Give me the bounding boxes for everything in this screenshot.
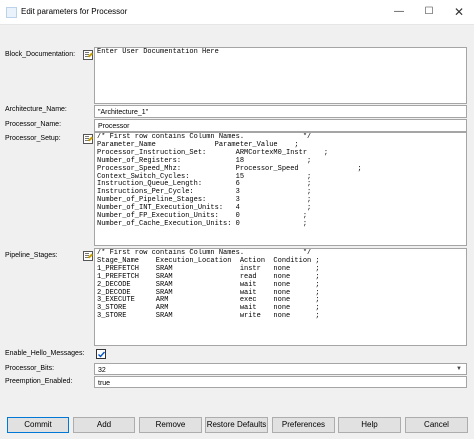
architecture-name-label: Architecture_Name: (5, 106, 67, 113)
edit-processor-setup-icon[interactable] (83, 134, 93, 144)
window-title: Edit parameters for Processor (21, 7, 128, 16)
close-icon[interactable]: ✕ (444, 0, 474, 24)
processor-name-field[interactable]: Processor (94, 119, 467, 132)
title-bar: Edit parameters for Processor — ☐ ✕ (0, 0, 474, 25)
enable-hello-messages-label: Enable_Hello_Messages: (5, 350, 85, 357)
enable-hello-messages-checkbox[interactable] (96, 349, 106, 359)
chevron-down-icon[interactable]: ▼ (452, 364, 466, 374)
block-documentation-field[interactable]: Enter User Documentation Here (94, 47, 467, 104)
preemption-enabled-label: Preemption_Enabled: (5, 378, 73, 385)
processor-name-label: Processor_Name: (5, 121, 62, 128)
preemption-enabled-field[interactable]: true (94, 376, 467, 388)
help-button[interactable]: Help (338, 417, 401, 433)
processor-setup-label: Processor_Setup: (5, 135, 61, 142)
commit-button[interactable]: Commit (7, 417, 69, 433)
pipeline-stages-field[interactable]: /* First row contains Column Names. */ S… (94, 248, 467, 346)
preferences-button[interactable]: Preferences (272, 417, 335, 433)
processor-setup-field[interactable]: /* First row contains Column Names. */ P… (94, 132, 467, 246)
restore-defaults-button[interactable]: Restore Defaults (205, 417, 268, 433)
maximize-icon[interactable]: ☐ (414, 0, 444, 24)
architecture-name-field[interactable]: "Architecture_1" (94, 105, 467, 118)
add-button[interactable]: Add (73, 417, 135, 433)
processor-bits-label: Processor_Bits: (5, 365, 55, 372)
edit-documentation-icon[interactable] (83, 50, 93, 60)
checkmark-icon (98, 351, 106, 358)
pipeline-stages-label: Pipeline_Stages: (5, 252, 58, 259)
remove-button[interactable]: Remove (139, 417, 202, 433)
minimize-icon[interactable]: — (384, 0, 414, 24)
cancel-button[interactable]: Cancel (405, 417, 468, 433)
block-documentation-label: Block_Documentation: (5, 51, 76, 58)
app-icon (6, 7, 17, 18)
edit-pipeline-stages-icon[interactable] (83, 251, 93, 261)
processor-bits-dropdown[interactable]: 32 ▼ (94, 363, 467, 375)
